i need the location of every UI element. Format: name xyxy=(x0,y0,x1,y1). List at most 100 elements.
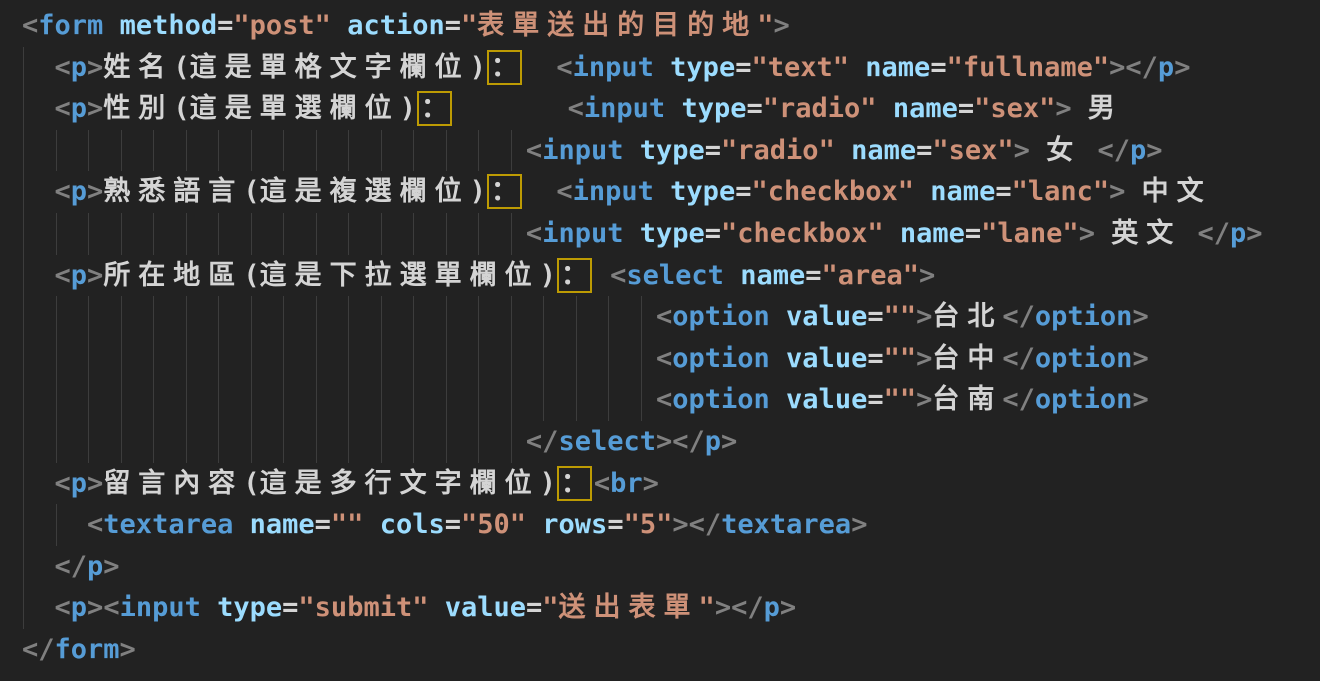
code-editor[interactable]: <form method="post" action="表單送出的目的地"> <… xyxy=(0,0,1320,681)
tag-name: p xyxy=(1230,218,1246,249)
indent-guide xyxy=(56,379,57,421)
attribute-name: type xyxy=(670,176,735,207)
indent-guide xyxy=(608,379,609,421)
punctuation: < xyxy=(656,384,672,415)
indent-guide xyxy=(381,130,382,172)
plain-text: 台南 xyxy=(932,384,1002,415)
equals-sign: = xyxy=(282,592,298,623)
plain-text xyxy=(22,52,55,83)
plain-text xyxy=(22,135,526,166)
punctuation: < xyxy=(526,135,542,166)
code-line: <form method="post" action="表單送出的目的地"> xyxy=(22,5,1320,47)
plain-text xyxy=(849,52,865,83)
indent-guide xyxy=(218,379,219,421)
indent-guide xyxy=(348,296,349,338)
cjk-text: 姓名 xyxy=(103,52,173,83)
punctuation: > xyxy=(103,551,119,582)
indent-guide xyxy=(348,421,349,463)
punctuation: < xyxy=(656,343,672,374)
indent-guide xyxy=(88,338,89,380)
indent-guide xyxy=(478,130,479,172)
equals-sign: = xyxy=(805,260,821,291)
indent-guide xyxy=(413,296,414,338)
plain-text xyxy=(22,260,55,291)
indent-guide xyxy=(446,130,447,172)
punctuation: </ xyxy=(731,592,764,623)
punctuation: > xyxy=(1132,384,1148,415)
attribute-name: type xyxy=(670,52,735,83)
tag-name: option xyxy=(672,343,770,374)
punctuation: > xyxy=(1055,93,1071,124)
tag-name: input xyxy=(542,218,623,249)
tag-name: p xyxy=(87,551,103,582)
punctuation: < xyxy=(556,176,572,207)
plain-text xyxy=(524,176,557,207)
tag-name: option xyxy=(672,301,770,332)
punctuation: > xyxy=(1132,343,1148,374)
punctuation: </ xyxy=(1002,343,1035,374)
indent-guide xyxy=(23,421,24,463)
indent-guide xyxy=(316,213,317,255)
equals-sign: = xyxy=(746,93,762,124)
attribute-name: name xyxy=(250,509,315,540)
indent-guide xyxy=(478,421,479,463)
plain-text xyxy=(524,52,557,83)
unicode-highlighted-colon: ： xyxy=(559,468,590,499)
equals-sign: = xyxy=(867,301,883,332)
indent-guide xyxy=(543,379,544,421)
indent-guide xyxy=(446,338,447,380)
punctuation: < xyxy=(55,260,71,291)
indent-guide xyxy=(56,130,57,172)
indent-guide xyxy=(23,213,24,255)
attribute-name: method xyxy=(120,10,218,41)
cjk-text: 女 xyxy=(1046,135,1081,166)
tag-name: p xyxy=(705,426,721,457)
plain-text xyxy=(526,509,542,540)
plain-text xyxy=(594,260,610,291)
punctuation: < xyxy=(610,260,626,291)
punctuation: > xyxy=(1132,301,1148,332)
equals-sign: = xyxy=(916,135,932,166)
plain-text: 留言內容(這是多行文字欄位) xyxy=(103,468,556,499)
plain-text xyxy=(22,384,656,415)
punctuation: < xyxy=(656,301,672,332)
indent-guide xyxy=(88,213,89,255)
indent-guide xyxy=(251,421,252,463)
indent-guide xyxy=(316,338,317,380)
indent-guide xyxy=(88,130,89,172)
unicode-highlighted-colon: ： xyxy=(419,93,450,124)
indent-guide xyxy=(23,504,24,546)
plain-text xyxy=(654,176,670,207)
punctuation: > xyxy=(1109,176,1125,207)
unicode-highlighted-colon: ： xyxy=(489,176,520,207)
string-value: "5" xyxy=(624,509,673,540)
tag-name: input xyxy=(573,176,654,207)
indent-guide xyxy=(251,379,252,421)
punctuation: < xyxy=(55,592,71,623)
indent-guide xyxy=(153,338,154,380)
indent-guide xyxy=(446,296,447,338)
string-value: "" xyxy=(331,509,364,540)
indent-guide xyxy=(121,130,122,172)
indent-guide xyxy=(153,213,154,255)
plain-text xyxy=(623,135,639,166)
attribute-name: action xyxy=(347,10,445,41)
punctuation: > xyxy=(851,509,867,540)
punctuation: </ xyxy=(1198,218,1231,249)
tag-name: option xyxy=(1035,384,1133,415)
attribute-name: name xyxy=(893,93,958,124)
tag-name: p xyxy=(1158,52,1174,83)
plain-text: 所在地區(這是下拉選單欄位) xyxy=(103,260,556,291)
indent-guide xyxy=(251,130,252,172)
plain-text: 性別(這是單選欄位) xyxy=(103,93,416,124)
equals-sign: = xyxy=(867,384,883,415)
punctuation: > xyxy=(715,592,731,623)
string-value: "lane" xyxy=(981,218,1079,249)
punctuation: < xyxy=(55,93,71,124)
tag-name: p xyxy=(71,468,87,499)
indent-guide xyxy=(413,130,414,172)
plain-text: 台北 xyxy=(932,301,1002,332)
string-value: "50" xyxy=(461,509,526,540)
attribute-name: name xyxy=(851,135,916,166)
punctuation: </ xyxy=(672,426,705,457)
